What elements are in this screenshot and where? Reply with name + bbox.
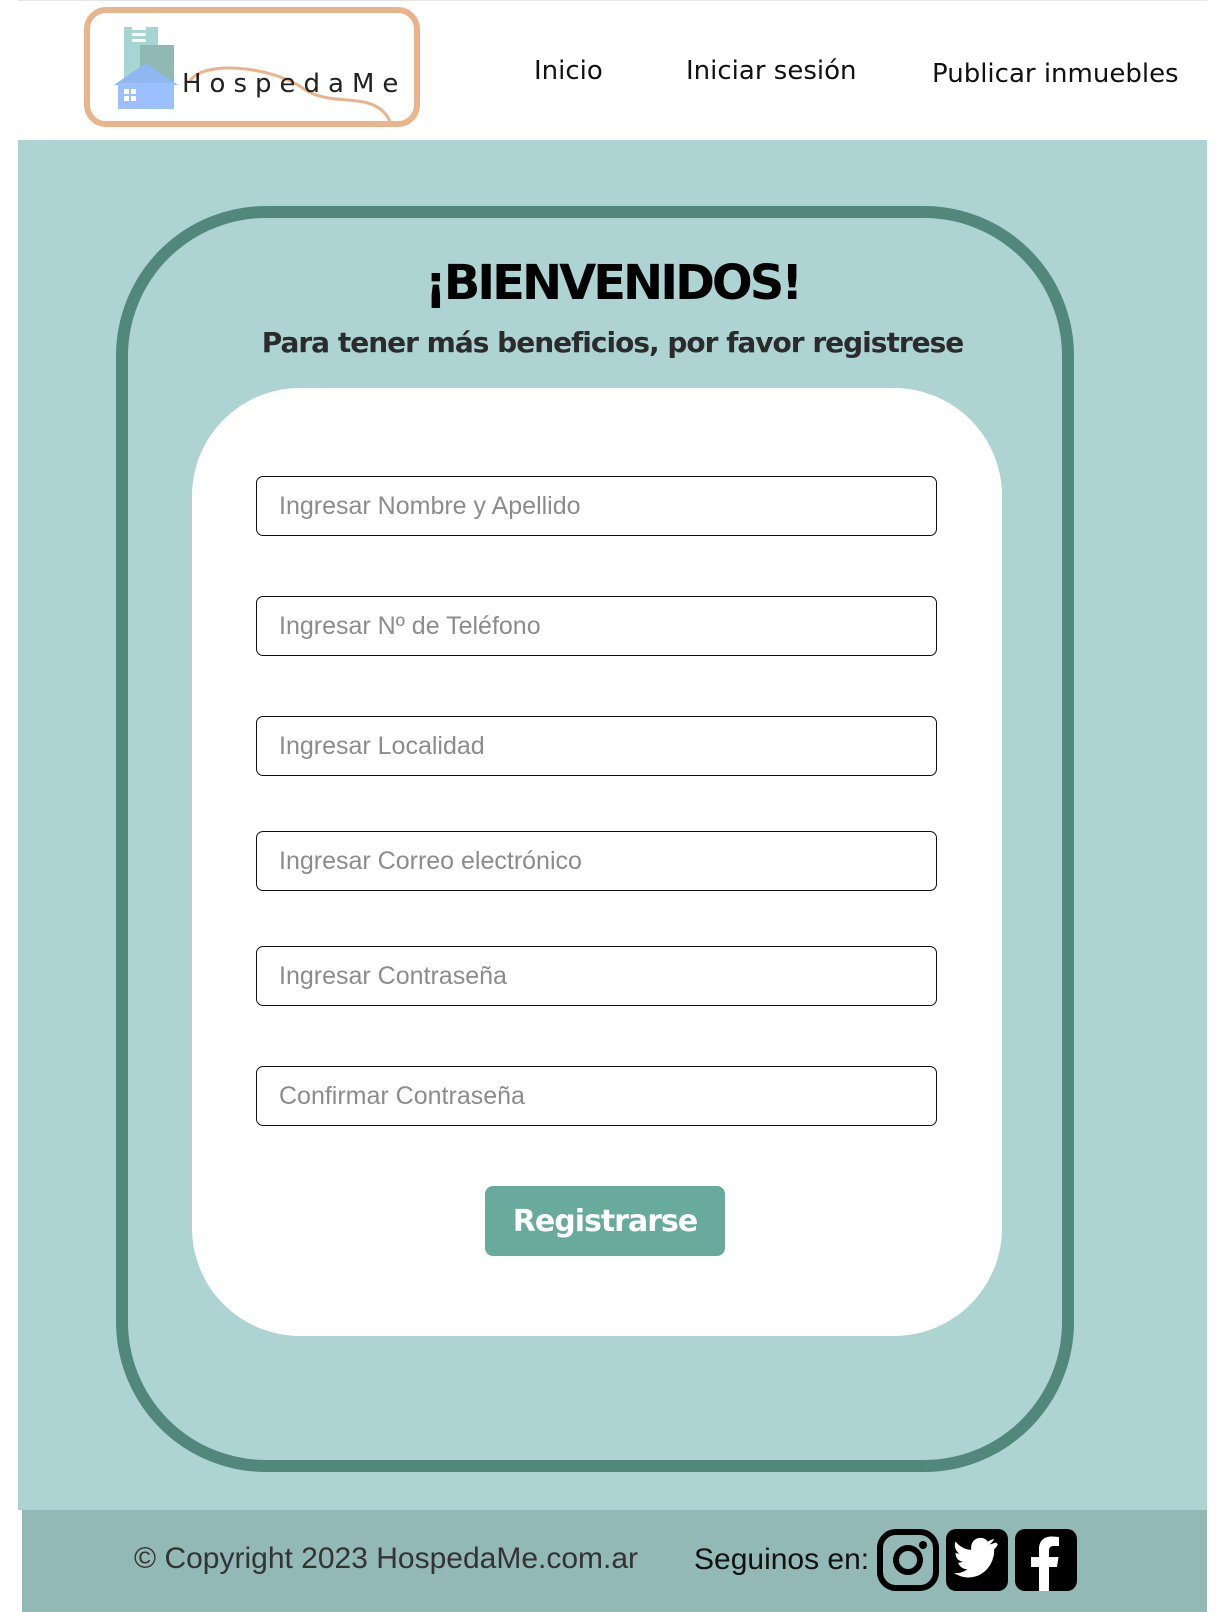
facebook-icon[interactable] bbox=[1015, 1529, 1077, 1591]
page-title: ¡BIENVENIDOS! bbox=[424, 255, 803, 311]
localidad-field[interactable] bbox=[256, 716, 937, 776]
register-button[interactable]: Registrarse bbox=[485, 1186, 725, 1256]
nav-iniciar-sesion-link[interactable]: Iniciar sesión bbox=[686, 56, 856, 86]
telefono-field[interactable] bbox=[256, 596, 937, 656]
site-footer: © Copyright 2023 HospedaMe.com.ar Seguin… bbox=[22, 1510, 1207, 1612]
nav-inicio-link[interactable]: Inicio bbox=[534, 56, 603, 86]
confirm-password-field[interactable] bbox=[256, 1066, 937, 1126]
twitter-icon[interactable] bbox=[946, 1529, 1008, 1591]
site-header: HospedaMe Inicio Iniciar sesión Publicar… bbox=[18, 0, 1207, 141]
instagram-icon[interactable] bbox=[877, 1529, 939, 1591]
logo-text: HospedaMe bbox=[182, 69, 407, 99]
password-field[interactable] bbox=[256, 946, 937, 1006]
main-section: ¡BIENVENIDOS! Para tener más beneficios,… bbox=[18, 140, 1207, 1510]
nav-publicar-inmuebles-link[interactable]: Publicar inmuebles bbox=[932, 59, 1179, 89]
email-field[interactable] bbox=[256, 831, 937, 891]
copyright-text: © Copyright 2023 HospedaMe.com.ar bbox=[134, 1542, 639, 1575]
follow-label: Seguinos en: bbox=[694, 1543, 870, 1576]
registration-form: Registrarse bbox=[192, 388, 1002, 1336]
page-subtitle: Para tener más beneficios, por favor reg… bbox=[261, 326, 965, 359]
nombre-field[interactable] bbox=[256, 476, 937, 536]
logo[interactable]: HospedaMe bbox=[84, 7, 420, 127]
